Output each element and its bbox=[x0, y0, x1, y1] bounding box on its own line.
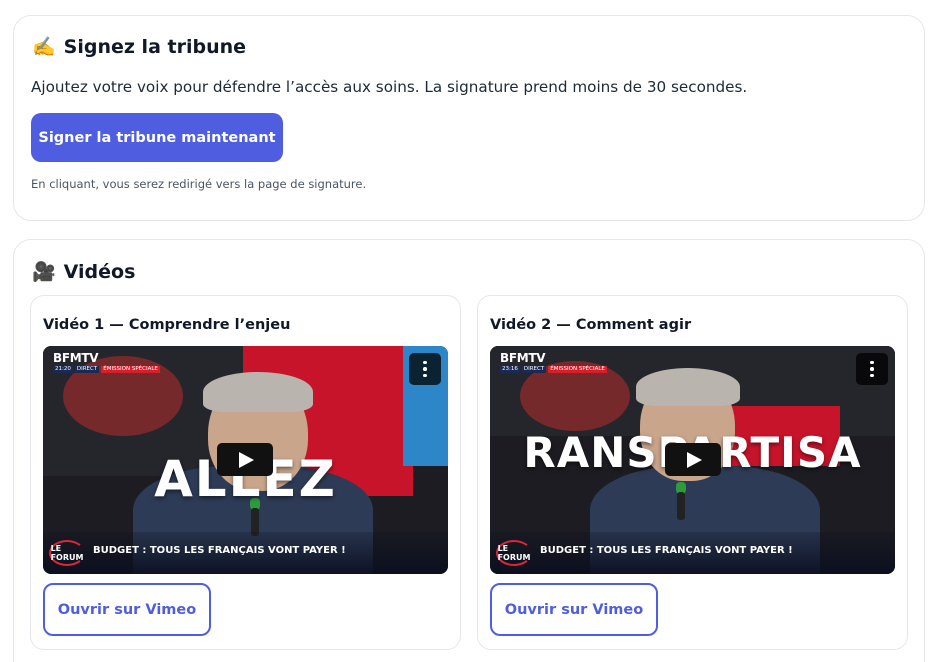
redirect-note: En cliquant, vous serez redirigé vers la… bbox=[31, 177, 367, 191]
sign-section-title-text: Signez la tribune bbox=[63, 36, 247, 58]
sign-intro-text: Ajoutez votre voix pour défendre l’accès… bbox=[31, 78, 748, 96]
video-player[interactable]: BFMTV 21:20 DIRECT ÉMISSION SPÉCIALE ALL… bbox=[43, 346, 448, 574]
broadcast-tags: 21:20 DIRECT ÉMISSION SPÉCIALE bbox=[53, 366, 160, 373]
video-card-1: Vidéo 1 — Comprendre l’enjeu BFMTV 21:20… bbox=[30, 295, 461, 650]
video-title: Vidéo 1 — Comprendre l’enjeu bbox=[43, 317, 291, 333]
sign-section-title: ✍️ Signez la tribune bbox=[32, 36, 246, 58]
writing-hand-icon: ✍️ bbox=[32, 35, 56, 58]
show-logo: LE FORUM bbox=[49, 540, 85, 566]
play-icon[interactable] bbox=[665, 443, 721, 476]
special-tag: ÉMISSION SPÉCIALE bbox=[548, 366, 607, 373]
news-headline: BUDGET : TOUS LES FRANÇAIS VONT PAYER ! bbox=[93, 545, 346, 556]
channel-logo: BFMTV bbox=[53, 351, 99, 365]
video-card-2: Vidéo 2 — Comment agir BFMTV 23:16 DIREC… bbox=[477, 295, 908, 650]
channel-logo: BFMTV bbox=[500, 351, 546, 365]
videos-section-title: 🎥 Vidéos bbox=[32, 261, 135, 283]
live-tag: DIRECT bbox=[521, 366, 547, 373]
video-player[interactable]: BFMTV 23:16 DIRECT ÉMISSION SPÉCIALE RAN… bbox=[490, 346, 895, 574]
show-logo: LE FORUM bbox=[496, 540, 532, 566]
videos-section-title-text: Vidéos bbox=[63, 261, 136, 283]
speaker-hair bbox=[636, 368, 740, 406]
special-tag: ÉMISSION SPÉCIALE bbox=[101, 366, 160, 373]
news-headline: BUDGET : TOUS LES FRANÇAIS VONT PAYER ! bbox=[540, 545, 793, 556]
open-vimeo-button[interactable]: Ouvrir sur Vimeo bbox=[43, 583, 211, 636]
videos-card: 🎥 Vidéos Vidéo 1 — Comprendre l’enjeu BF… bbox=[13, 239, 925, 662]
sign-now-button[interactable]: Signer la tribune maintenant bbox=[31, 113, 283, 162]
speaker-hair bbox=[203, 372, 313, 412]
live-tag: DIRECT bbox=[74, 366, 100, 373]
video-title: Vidéo 2 — Comment agir bbox=[490, 317, 692, 333]
more-options-icon[interactable] bbox=[409, 353, 441, 385]
sign-petition-card: ✍️ Signez la tribune Ajoutez votre voix … bbox=[13, 15, 925, 221]
open-vimeo-button[interactable]: Ouvrir sur Vimeo bbox=[490, 583, 658, 636]
more-options-icon[interactable] bbox=[856, 353, 888, 385]
broadcast-tags: 23:16 DIRECT ÉMISSION SPÉCIALE bbox=[500, 366, 607, 373]
play-icon[interactable] bbox=[217, 443, 273, 476]
movie-camera-icon: 🎥 bbox=[32, 260, 56, 283]
broadcast-time: 23:16 bbox=[500, 366, 520, 373]
broadcast-time: 21:20 bbox=[53, 366, 73, 373]
microphone-handle bbox=[677, 492, 685, 520]
